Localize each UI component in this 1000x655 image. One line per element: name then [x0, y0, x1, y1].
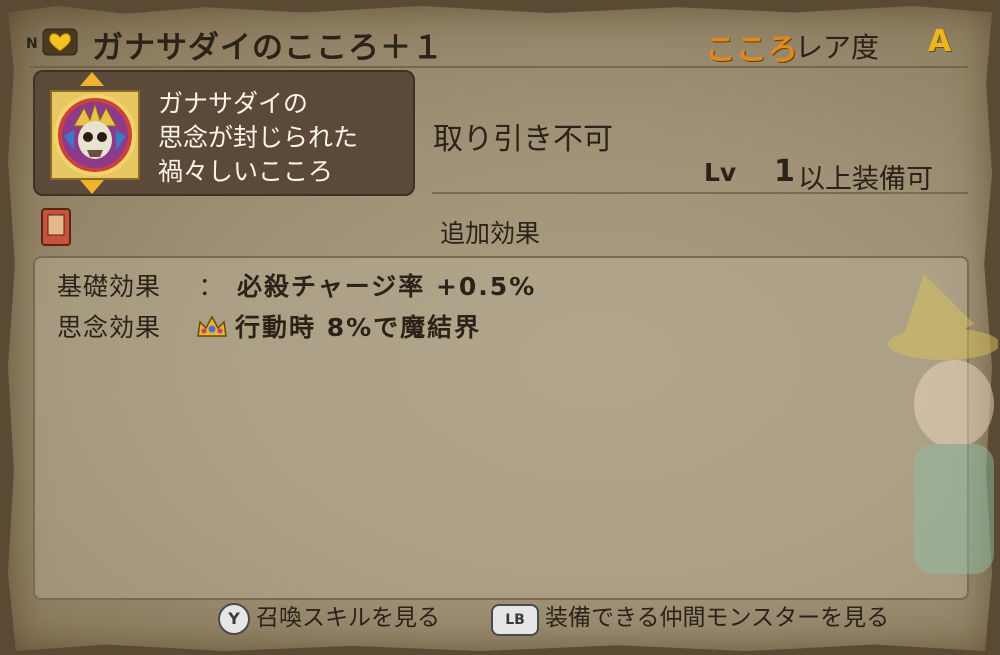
heart-icon	[42, 28, 78, 56]
base-effect-colon: ：	[198, 272, 224, 301]
scroll-up-icon[interactable]	[80, 72, 104, 86]
scroll-down-icon[interactable]	[80, 180, 104, 194]
skull-demon-icon	[54, 94, 136, 176]
level-requirement: 以上装備可	[798, 164, 933, 195]
description-line-1: ガナサダイの	[158, 89, 309, 118]
thought-effect-row: 思念効果 行動時 8%で魔結界	[57, 308, 481, 344]
background-monster-illustration	[888, 274, 998, 574]
summon-skill-hint[interactable]: Y 召喚スキルを見る	[218, 598, 440, 635]
summon-skill-label: 召喚スキルを見る	[256, 605, 440, 631]
base-effect-label: 基礎効果	[57, 272, 162, 301]
item-icon-frame	[50, 90, 140, 180]
lb-button-icon: LB	[491, 604, 539, 636]
additional-effects-label: 追加効果	[440, 219, 541, 248]
equippable-monsters-hint[interactable]: LB 装備できる仲間モンスターを見る	[491, 598, 889, 636]
level-label: Lv	[704, 158, 737, 187]
category-label: こころ	[705, 32, 798, 68]
base-effect-row: 基礎効果 ： 必殺チャージ率 +0.5%	[57, 267, 536, 303]
rarity-label: レア度	[795, 31, 880, 64]
y-button-icon: Y	[218, 603, 250, 635]
crown-icon	[197, 315, 227, 337]
level-value: 1	[774, 154, 795, 189]
thought-effect-label: 思念効果	[57, 313, 162, 342]
base-effect-value: 必殺チャージ率 +0.5%	[237, 272, 537, 301]
rank-badge: N	[26, 36, 38, 52]
trade-status: 取り引き不可	[433, 122, 613, 157]
rarity-value: A	[928, 24, 952, 59]
equippable-monsters-label: 装備できる仲間モンスターを見る	[545, 605, 890, 631]
description-line-2: 思念が封じられた	[158, 123, 359, 152]
description-line-3: 禍々しいこころ	[158, 157, 334, 186]
info-divider	[432, 192, 968, 194]
header-divider	[30, 66, 968, 68]
book-icon	[41, 208, 71, 246]
thought-effect-value: 行動時 8%で魔結界	[235, 313, 482, 342]
item-title: ガナサダイのこころ＋１	[92, 30, 444, 66]
